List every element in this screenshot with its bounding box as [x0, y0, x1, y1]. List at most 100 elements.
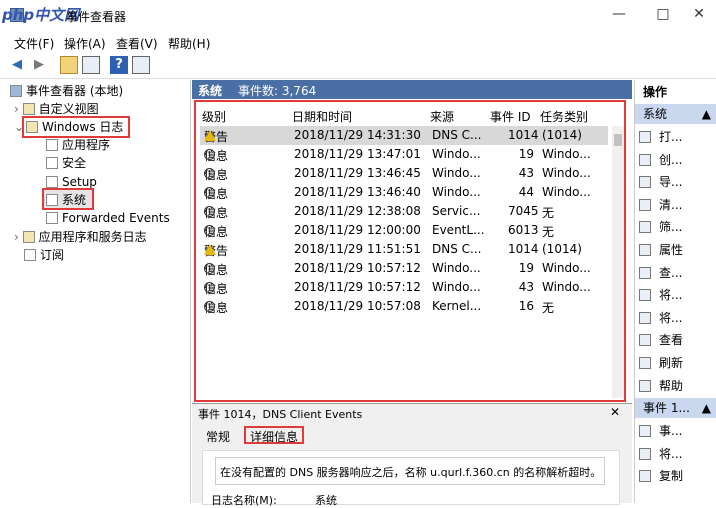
tree-item-security[interactable]: 安全	[46, 154, 86, 172]
tree-subscriptions[interactable]: 订阅	[24, 246, 64, 264]
back-icon[interactable]: ◀	[8, 56, 26, 74]
source-cell: Windo...	[432, 166, 481, 180]
actions-section-system[interactable]: 系统 ▲	[635, 104, 716, 124]
action-label: 将...	[659, 446, 683, 461]
action-label: 刷新	[659, 356, 684, 370]
level-cell: i 信息	[204, 223, 228, 240]
menu-help[interactable]: 帮助(H)	[168, 35, 210, 52]
menu-view[interactable]: 查看(V)	[116, 35, 158, 52]
source-cell: Kernel...	[432, 299, 482, 313]
task-cell: (1014)	[542, 128, 582, 142]
maximize-button[interactable]: □	[648, 6, 678, 26]
system-label: 系统	[46, 191, 86, 209]
table-row[interactable]: i 信息 2018/11/29 10:57:12 Windo... 19 Windo...	[200, 259, 608, 278]
table-row[interactable]: i 信息 2018/11/29 13:46:40 Windo... 44 Windo...	[200, 183, 608, 202]
table-row[interactable]: i 信息 2018/11/29 13:47:01 Windo... 19 Windo...	[200, 145, 608, 164]
actions-section-event[interactable]: 事件 1... ▲	[635, 398, 716, 418]
show-actions-icon[interactable]	[132, 56, 150, 74]
task-cell: 无	[542, 301, 555, 315]
tree-item-forwarded[interactable]: Forwarded Events	[46, 209, 170, 227]
tab-details[interactable]: 详细信息	[244, 426, 305, 444]
folder-icon	[26, 121, 38, 133]
action-item[interactable]: 查...	[639, 262, 715, 284]
datetime-cell: 2018/11/29 10:57:12	[294, 261, 421, 275]
help-icon[interactable]: ?	[110, 56, 128, 74]
info-icon: i	[204, 168, 215, 179]
event-list-scrollbar[interactable]	[612, 126, 624, 398]
info-icon: i	[204, 263, 215, 274]
log-name-label: 日志名称(M):	[211, 494, 277, 507]
action-item[interactable]: 刷新	[639, 352, 715, 374]
column-task[interactable]: 任务类别	[540, 108, 588, 125]
tree-root[interactable]: 事件查看器 (本地)	[10, 82, 123, 100]
level-cell: i 信息	[204, 185, 228, 202]
table-row[interactable]: 警告 2018/11/29 14:31:30 DNS C... 1014 (1014)	[200, 126, 608, 145]
tree-apps-services[interactable]: › 应用程序和服务日志	[14, 228, 147, 246]
collapse-icon[interactable]: ▲	[702, 104, 711, 124]
action-icon	[639, 289, 651, 302]
detail-close-icon[interactable]: ✕	[610, 405, 620, 419]
datetime-cell: 2018/11/29 10:57:08	[294, 299, 421, 313]
action-item[interactable]: 打...	[639, 126, 715, 148]
forward-icon[interactable]: ▶	[30, 56, 48, 74]
id-cell: 44	[518, 185, 534, 199]
table-row[interactable]: i 信息 2018/11/29 12:38:08 Servic... 7045 无	[200, 202, 608, 221]
tree-item-application[interactable]: 应用程序	[46, 136, 110, 154]
log-icon	[46, 212, 58, 224]
action-item[interactable]: 属性	[639, 239, 715, 261]
minimize-button[interactable]: —	[604, 6, 634, 26]
action-label: 打...	[659, 130, 683, 144]
id-cell: 1014	[508, 128, 539, 142]
column-level[interactable]: 级别	[202, 108, 226, 125]
table-row[interactable]: i 信息 2018/11/29 10:57:12 Windo... 43 Windo...	[200, 278, 608, 297]
action-label: 创...	[659, 152, 683, 167]
action-item[interactable]: 将...	[639, 443, 715, 465]
action-item[interactable]: 查看	[639, 329, 715, 351]
table-row[interactable]: i 信息 2018/11/29 10:57:08 Kernel... 16 无	[200, 297, 608, 316]
menu-action[interactable]: 操作(A)	[64, 35, 106, 52]
column-event-id[interactable]: 事件 ID	[490, 108, 531, 125]
action-label: 导...	[659, 175, 683, 190]
windows-logs-highlight[interactable]: Windows 日志	[22, 116, 130, 138]
show-tree-icon[interactable]	[82, 56, 100, 74]
navigation-tree: 事件查看器 (本地) › 自定义视图 ⌄ Windows 日志 应用程序 安全 …	[0, 80, 191, 503]
action-icon	[639, 131, 651, 143]
action-icon	[639, 379, 651, 392]
action-icon	[639, 221, 651, 234]
action-item[interactable]: 将...	[639, 284, 715, 306]
action-item[interactable]: 清...	[639, 194, 715, 216]
action-item[interactable]: 事...	[639, 420, 715, 442]
action-item[interactable]: 筛...	[639, 216, 715, 238]
table-row[interactable]: i 信息 2018/11/29 12:00:00 EventL... 6013 无	[200, 221, 608, 240]
action-label: 查看	[659, 333, 684, 348]
tab-general[interactable]: 常规	[202, 428, 234, 446]
close-button[interactable]: ✕	[684, 6, 714, 26]
chevron-right-icon[interactable]: ›	[14, 102, 19, 116]
id-cell: 19	[518, 261, 534, 275]
action-item[interactable]: 将...	[639, 307, 715, 329]
table-row[interactable]: i 信息 2018/11/29 13:46:45 Windo... 43 Windo...	[200, 164, 608, 183]
task-cell: Windo...	[542, 166, 591, 180]
menu-file[interactable]: 文件(F)	[14, 35, 54, 52]
info-icon: i	[204, 187, 215, 198]
log-icon	[46, 176, 58, 188]
task-cell: Windo...	[542, 185, 591, 199]
datetime-cell: 2018/11/29 14:31:30	[294, 128, 421, 142]
tree-item-system[interactable]: 系统	[42, 188, 94, 210]
action-item[interactable]: 导...	[639, 171, 715, 193]
log-name-value: 系统	[315, 494, 337, 507]
scroll-thumb[interactable]	[614, 134, 622, 146]
collapse-icon[interactable]: ▲	[702, 398, 711, 418]
action-item[interactable]: 创...	[639, 149, 715, 171]
event-viewer-icon	[10, 85, 22, 97]
source-cell: EventL...	[432, 223, 485, 237]
up-folder-icon[interactable]	[60, 56, 78, 74]
chevron-right-icon[interactable]: ›	[14, 230, 19, 244]
title-bar: php中文网 事件查看器 — □ ✕	[0, 0, 716, 32]
column-source[interactable]: 来源	[430, 108, 454, 125]
table-row[interactable]: 警告 2018/11/29 11:51:51 DNS C... 1014 (1014)	[200, 240, 608, 259]
column-datetime[interactable]: 日期和时间	[292, 108, 352, 125]
action-label: 筛...	[659, 220, 683, 235]
action-item[interactable]: 帮助	[639, 375, 715, 397]
action-item[interactable]: 复制	[639, 465, 715, 487]
